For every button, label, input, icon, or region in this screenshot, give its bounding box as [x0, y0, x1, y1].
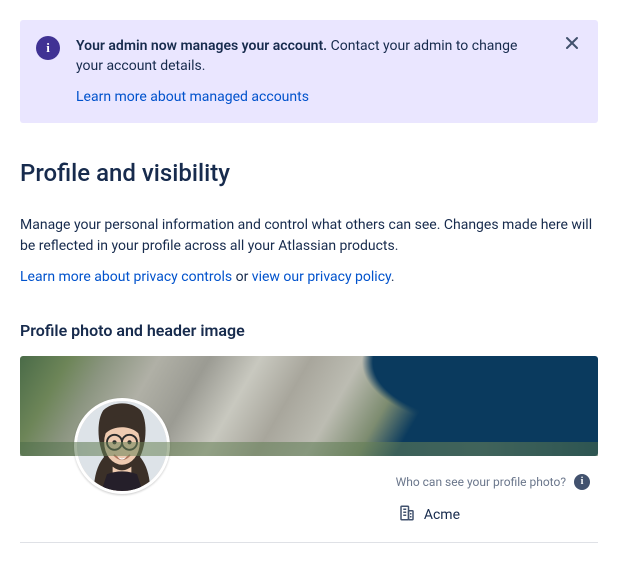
banner-learn-more-link[interactable]: Learn more about managed accounts [76, 87, 309, 107]
banner-body: Your admin now manages your account. Con… [76, 36, 546, 107]
info-icon: i [36, 36, 60, 60]
who-can-see-text: Who can see your profile photo? [396, 475, 566, 489]
org-visibility-row: Acme [398, 504, 590, 526]
managed-account-banner: i Your admin now manages your account. C… [20, 20, 598, 123]
period: . [391, 269, 395, 285]
page-description: Manage your personal information and con… [20, 215, 598, 257]
privacy-policy-link[interactable]: view our privacy policy [252, 269, 391, 285]
page-title: Profile and visibility [20, 159, 598, 187]
avatar[interactable] [74, 398, 170, 494]
header-image[interactable] [20, 356, 598, 456]
who-can-see-row: Who can see your profile photo? i [396, 474, 590, 490]
organization-icon [398, 504, 416, 526]
org-name: Acme [424, 507, 460, 523]
privacy-controls-link[interactable]: Learn more about privacy controls [20, 269, 232, 285]
or-text: or [232, 269, 252, 285]
section-title: Profile photo and header image [20, 321, 598, 340]
banner-bold-text: Your admin now manages your account. [76, 38, 327, 54]
close-icon[interactable] [562, 36, 582, 56]
divider [20, 542, 598, 543]
info-icon[interactable]: i [574, 474, 590, 490]
privacy-links-line: Learn more about privacy controls or vie… [20, 269, 598, 285]
